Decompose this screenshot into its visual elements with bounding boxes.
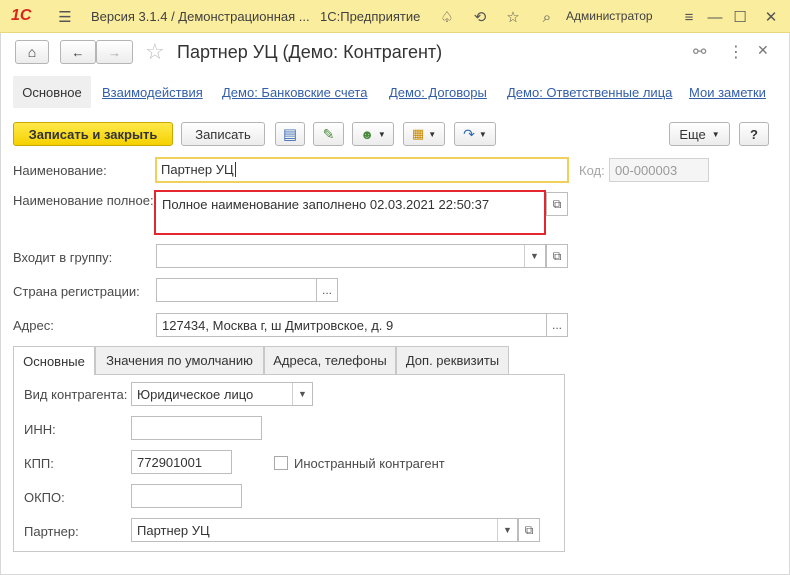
inn-label: ИНН: xyxy=(24,422,56,437)
nav-tab-responsible-persons[interactable]: Демо: Ответственные лица xyxy=(507,85,672,100)
group-input[interactable] xyxy=(156,244,546,268)
go-to-dropdown-button[interactable]: ↷ ▼ xyxy=(454,122,496,146)
partner-dropdown-button[interactable]: ▼ xyxy=(497,519,517,541)
chevron-down-icon: ▼ xyxy=(503,525,512,535)
chevron-down-icon: ▼ xyxy=(711,129,720,139)
more-button[interactable]: Еще ▼ xyxy=(669,122,730,146)
forward-button[interactable]: → xyxy=(96,40,133,64)
group-label: Входит в группу: xyxy=(13,250,113,265)
arrow-left-icon: ← xyxy=(71,44,85,60)
address-select-button[interactable]: ... xyxy=(546,313,568,337)
open-window-icon: ⧉ xyxy=(524,522,534,537)
chevron-down-icon: ▼ xyxy=(478,129,487,139)
chevron-down-icon: ▼ xyxy=(428,129,437,139)
fullname-open-button[interactable]: ⧉ xyxy=(546,192,568,216)
address-input[interactable]: 127434, Москва г, ш Дмитровское, д. 9 xyxy=(156,313,547,337)
okpo-input[interactable] xyxy=(131,484,242,508)
name-value: Партнер УЦ xyxy=(161,162,234,177)
partner-open-button[interactable]: ⧉ xyxy=(518,518,540,542)
document-list-icon: ▤ xyxy=(282,126,298,143)
users-dropdown-button[interactable]: ☻ ▼ xyxy=(352,122,394,146)
kind-dropdown-button[interactable]: ▼ xyxy=(292,383,312,405)
product-name: 1С:Предприятие xyxy=(320,9,421,24)
settings-menu-icon[interactable]: ≡ xyxy=(678,6,700,28)
home-button[interactable]: ⌂ xyxy=(15,40,49,64)
edit-button[interactable]: ✎ xyxy=(313,122,344,146)
chevron-down-icon: ▼ xyxy=(377,129,386,139)
arrow-right-icon: → xyxy=(108,44,121,60)
nav-tab-bank-accounts[interactable]: Демо: Банковские счета xyxy=(222,85,367,100)
window-title: Версия 3.1.4 / Демонстрационная ... xyxy=(91,9,310,24)
search-icon[interactable]: ⌕ xyxy=(536,6,558,28)
close-window-icon[interactable]: ✕ xyxy=(760,6,782,28)
print-document-icon: ▦ xyxy=(411,126,425,141)
name-label: Наименование: xyxy=(13,163,107,178)
more-actions-icon[interactable]: ⋮ xyxy=(728,42,744,62)
app-logo[interactable]: 1С xyxy=(11,7,31,25)
kind-label: Вид контрагента: xyxy=(24,387,128,402)
back-button[interactable]: ← xyxy=(60,40,96,64)
text-cursor xyxy=(234,162,236,177)
more-label: Еще xyxy=(679,126,706,142)
tab-basic[interactable]: Основные xyxy=(13,346,95,375)
kind-select[interactable]: Юридическое лицо xyxy=(131,382,313,406)
report-button[interactable]: ▤ xyxy=(275,122,305,146)
group-open-button[interactable]: ⧉ xyxy=(546,244,568,268)
nav-tab-contracts[interactable]: Демо: Договоры xyxy=(389,85,487,100)
close-form-icon[interactable]: ✕ xyxy=(757,42,769,59)
redo-arrow-icon: ↷ xyxy=(463,125,475,142)
okpo-label: ОКПО: xyxy=(24,490,65,505)
favorites-icon[interactable]: ☆ xyxy=(502,6,524,28)
code-input[interactable]: 00-000003 xyxy=(609,158,709,182)
print-dropdown-button[interactable]: ▦ ▼ xyxy=(403,122,445,146)
tab-defaults[interactable]: Значения по умолчанию xyxy=(95,346,264,374)
minimize-icon[interactable]: — xyxy=(704,6,726,28)
group-dropdown-button[interactable]: ▼ xyxy=(524,245,544,267)
partner-input[interactable]: Партнер УЦ xyxy=(131,518,518,542)
foreign-checkbox[interactable] xyxy=(274,456,288,470)
chevron-down-icon: ▼ xyxy=(530,251,539,261)
country-select-button[interactable]: ... xyxy=(316,278,338,302)
home-icon: ⌂ xyxy=(27,44,37,60)
history-icon[interactable]: ⟲ xyxy=(469,6,491,28)
partner-label: Партнер: xyxy=(24,524,79,539)
chevron-down-icon: ▼ xyxy=(298,389,307,399)
save-and-close-button[interactable]: Записать и закрыть xyxy=(13,122,173,146)
notifications-icon[interactable]: ♤ xyxy=(436,6,458,28)
tab-extra-attributes[interactable]: Доп. реквизиты xyxy=(396,346,509,374)
kpp-label: КПП: xyxy=(24,456,54,471)
name-input[interactable]: Партнер УЦ xyxy=(155,157,569,183)
code-label: Код: xyxy=(579,163,605,178)
title-bar: 1С ☰ Версия 3.1.4 / Демонстрационная ...… xyxy=(0,0,790,33)
country-label: Страна регистрации: xyxy=(13,284,140,299)
tab-addresses-phones[interactable]: Адреса, телефоны xyxy=(264,346,396,374)
foreign-label[interactable]: Иностранный контрагент xyxy=(294,456,445,471)
ellipsis-icon: ... xyxy=(551,318,562,332)
ellipsis-icon: ... xyxy=(321,283,332,297)
users-icon: ☻ xyxy=(360,126,374,142)
pencil-icon: ✎ xyxy=(322,125,335,142)
maximize-icon[interactable]: ☐ xyxy=(729,6,751,28)
save-button[interactable]: Записать xyxy=(181,122,265,146)
nav-tab-interactions[interactable]: Взаимодействия xyxy=(102,85,203,100)
nav-tab-main[interactable]: Основное xyxy=(13,76,91,108)
page-title: Партнер УЦ (Демо: Контрагент) xyxy=(177,42,443,62)
open-window-icon: ⧉ xyxy=(552,196,562,211)
country-input[interactable] xyxy=(156,278,317,302)
current-user[interactable]: Администратор xyxy=(566,9,653,23)
inn-input[interactable] xyxy=(131,416,262,440)
nav-tab-my-notes[interactable]: Мои заметки xyxy=(689,85,766,100)
address-label: Адрес: xyxy=(13,318,54,333)
main-menu-icon[interactable]: ☰ xyxy=(54,6,76,28)
help-button[interactable]: ? xyxy=(739,122,769,146)
link-icon[interactable]: ⚯ xyxy=(693,42,706,62)
kpp-input[interactable]: 772901001 xyxy=(131,450,232,474)
favorite-star-icon[interactable]: ☆ xyxy=(145,39,165,65)
highlight-frame xyxy=(154,190,546,235)
fullname-label: Наименование полное: xyxy=(13,193,154,208)
open-window-icon: ⧉ xyxy=(552,248,562,263)
